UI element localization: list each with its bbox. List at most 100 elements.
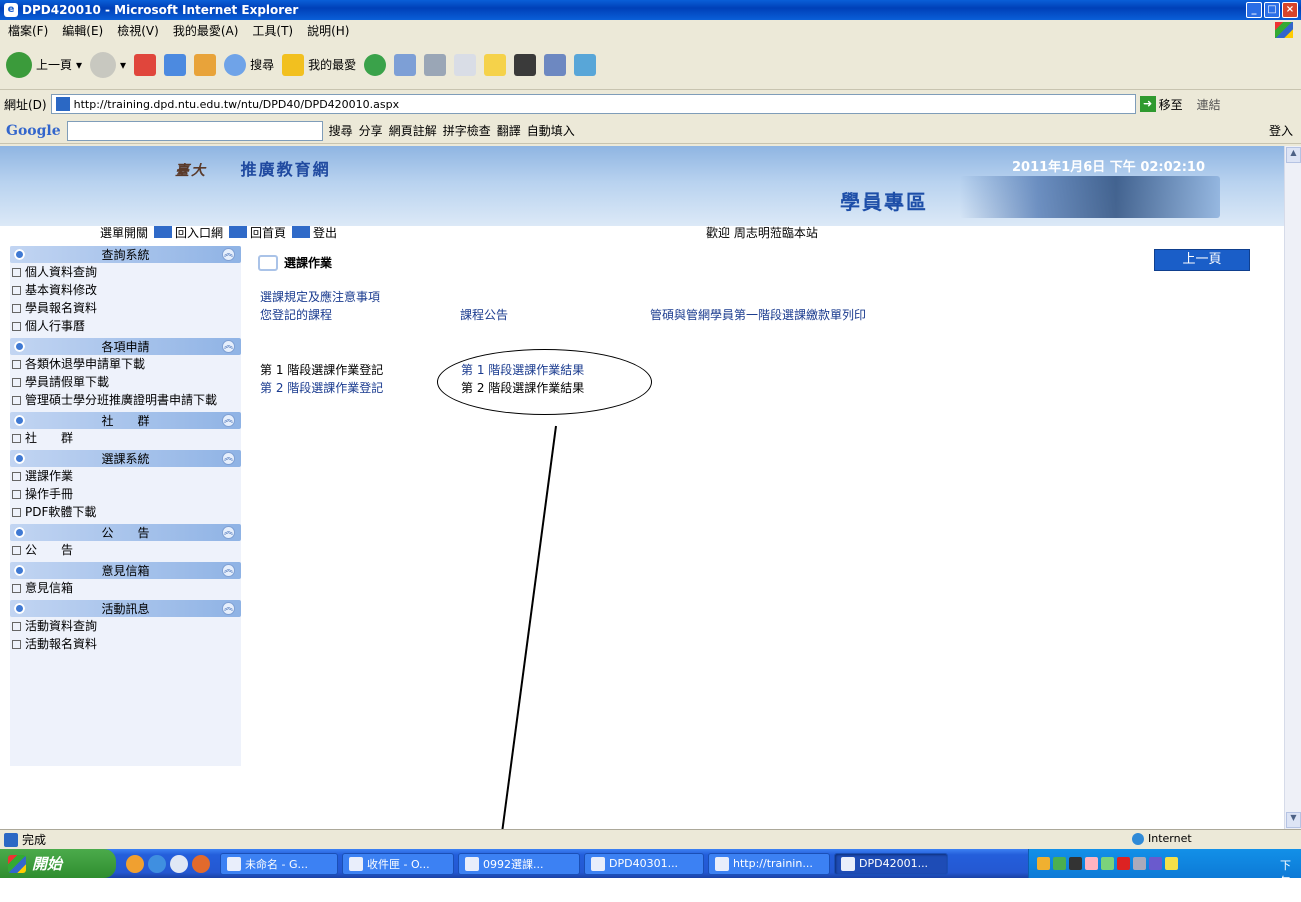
messenger-icon[interactable]	[574, 53, 597, 76]
home-link[interactable]: 回首頁	[229, 224, 286, 241]
tray-icon[interactable]	[1053, 857, 1066, 870]
k-icon[interactable]	[514, 53, 537, 76]
home-icon[interactable]	[194, 53, 217, 76]
back-button[interactable]: 上一頁 ▾	[6, 51, 82, 78]
payment-print-link[interactable]: 管碩與管網學員第一階段選課繳款單列印	[650, 306, 866, 323]
sidebar-item[interactable]: 操作手冊	[10, 485, 241, 503]
section-events[interactable]: 活動訊息 ︽	[10, 600, 241, 617]
outlook-icon[interactable]	[126, 854, 144, 873]
task-button[interactable]: http://trainin...	[708, 852, 830, 875]
scroll-up-icon[interactable]: ▲	[1286, 147, 1301, 163]
menu-toggle-link[interactable]: 選單開關	[100, 224, 148, 241]
section-announce[interactable]: 公 告 ︽	[10, 524, 241, 541]
sidebar-item[interactable]: 學員報名資料	[10, 299, 241, 317]
address-input[interactable]: http://training.dpd.ntu.edu.tw/ntu/DPD40…	[50, 94, 1136, 114]
volume-icon[interactable]	[1069, 857, 1082, 870]
maximize-button[interactable]: □	[1264, 2, 1280, 18]
tray-icon[interactable]	[1085, 857, 1098, 870]
sidebar-item[interactable]: 活動資料查詢	[10, 617, 241, 635]
sidebar-item[interactable]: 基本資料修改	[10, 281, 241, 299]
links-button[interactable]: 連結	[1197, 96, 1221, 113]
sidebar-item[interactable]: 各類休退學申請單下載	[10, 355, 241, 373]
scroll-down-icon[interactable]: ▼	[1286, 812, 1301, 828]
vertical-scrollbar[interactable]: ▲ ▼	[1284, 146, 1301, 829]
stage1-register-link[interactable]: 第 1 階段選課作業登記	[260, 361, 383, 378]
section-course[interactable]: 選課系統 ︽	[10, 450, 241, 467]
menu-file[interactable]: 檔案(F)	[8, 22, 48, 39]
sidebar-item[interactable]: 個人資料查詢	[10, 263, 241, 281]
mail-icon[interactable]	[394, 53, 417, 76]
task-button[interactable]: 未命名 - G...	[220, 852, 338, 875]
tray-icon[interactable]	[1117, 857, 1130, 870]
word-icon[interactable]	[454, 53, 477, 76]
favorites-button[interactable]: 我的最愛	[282, 53, 356, 76]
task-button[interactable]: DPD40301...	[584, 852, 704, 875]
google-annotate-button[interactable]: 網頁註解	[389, 122, 437, 139]
back-page-button[interactable]: 上一頁	[1154, 249, 1250, 271]
sidebar-item[interactable]: 個人行事曆	[10, 317, 241, 335]
print-icon[interactable]	[424, 53, 447, 76]
google-signin-button[interactable]: 登入	[1269, 122, 1293, 139]
tray-icon[interactable]	[1165, 857, 1178, 870]
minimize-button[interactable]: _	[1246, 2, 1262, 18]
chrome-quick-icon[interactable]	[192, 854, 210, 873]
google-translate-button[interactable]: 翻譯	[497, 122, 521, 139]
task-button-active[interactable]: DPD42001...	[834, 852, 948, 875]
status-bar: 完成 Internet	[0, 829, 1301, 849]
menu-tools[interactable]: 工具(T)	[252, 22, 293, 39]
google-share-button[interactable]: 分享	[359, 122, 383, 139]
search-button[interactable]: 搜尋	[224, 53, 274, 76]
globe-icon	[1132, 832, 1144, 845]
tray-icon[interactable]	[1101, 857, 1114, 870]
start-button[interactable]: 開始	[0, 849, 116, 878]
section-feedback[interactable]: 意見信箱 ︽	[10, 562, 241, 579]
task-button[interactable]: 收件匣 - O...	[342, 852, 454, 875]
go-arrow-icon: ➜	[1139, 96, 1156, 112]
go-button[interactable]: ➜ 移至	[1139, 96, 1183, 113]
window-controls: _ □ ×	[1246, 2, 1298, 18]
google-spellcheck-button[interactable]: 拼字檢查	[443, 122, 491, 139]
stage2-register-link[interactable]: 第 2 階段選課作業登記	[260, 379, 383, 396]
rules-link[interactable]: 選課規定及應注意事項	[260, 288, 380, 305]
google-autofill-button[interactable]: 自動填入	[527, 122, 575, 139]
tray-icon[interactable]	[1149, 857, 1162, 870]
page-content: 臺大 推廣教育網 2011年1月6日 下午 02:02:10 學員專區 選單開關…	[0, 146, 1284, 829]
course-announce-link[interactable]: 課程公告	[460, 306, 508, 323]
close-button[interactable]: ×	[1282, 2, 1298, 18]
windows-flag-icon	[8, 854, 26, 873]
ie-quick-icon[interactable]	[148, 854, 166, 873]
sidebar-item[interactable]: 活動報名資料	[10, 635, 241, 653]
folder-icon[interactable]	[484, 53, 507, 76]
clock[interactable]: 下午 02:10	[1280, 857, 1301, 902]
menu-help[interactable]: 說明(H)	[307, 22, 349, 39]
registered-courses-link[interactable]: 您登記的課程	[260, 306, 332, 323]
home-page-icon	[229, 226, 248, 238]
menu-edit[interactable]: 編輯(E)	[62, 22, 103, 39]
menu-bar: 檔案(F) 編輯(E) 檢視(V) 我的最愛(A) 工具(T) 說明(H)	[0, 20, 1301, 40]
menu-view[interactable]: 檢視(V)	[117, 22, 159, 39]
sidebar-item[interactable]: 公 告	[10, 541, 241, 559]
task-button[interactable]: 0992選課...	[458, 852, 580, 875]
sidebar-item[interactable]: 選課作業	[10, 467, 241, 485]
ie2-quick-icon[interactable]	[170, 854, 188, 873]
google-search-input[interactable]	[66, 120, 323, 141]
tray-icon[interactable]	[1037, 857, 1050, 870]
sidebar-item[interactable]: 管理碩士學分班推廣證明書申請下載	[10, 391, 241, 409]
sidebar-item[interactable]: PDF軟體下載	[10, 503, 241, 521]
sidebar-item[interactable]: 社 群	[10, 429, 241, 447]
forward-button[interactable]: ▾	[90, 51, 126, 78]
history-icon[interactable]	[364, 53, 387, 76]
refresh-icon[interactable]	[164, 53, 187, 76]
sidebar-item[interactable]: 學員請假單下載	[10, 373, 241, 391]
research-icon[interactable]	[544, 53, 567, 76]
google-search-button[interactable]: 搜尋	[329, 122, 353, 139]
section-query[interactable]: 查詢系統 ︽	[10, 246, 241, 263]
logout-link[interactable]: 登出	[292, 224, 337, 241]
menu-favorites[interactable]: 我的最愛(A)	[173, 22, 239, 39]
portal-link[interactable]: 回入口網	[154, 224, 223, 241]
section-apply[interactable]: 各項申請 ︽	[10, 338, 241, 355]
stop-icon[interactable]	[134, 53, 157, 76]
section-community[interactable]: 社 群 ︽	[10, 412, 241, 429]
sidebar-item[interactable]: 意見信箱	[10, 579, 241, 597]
tray-icon[interactable]	[1133, 857, 1146, 870]
